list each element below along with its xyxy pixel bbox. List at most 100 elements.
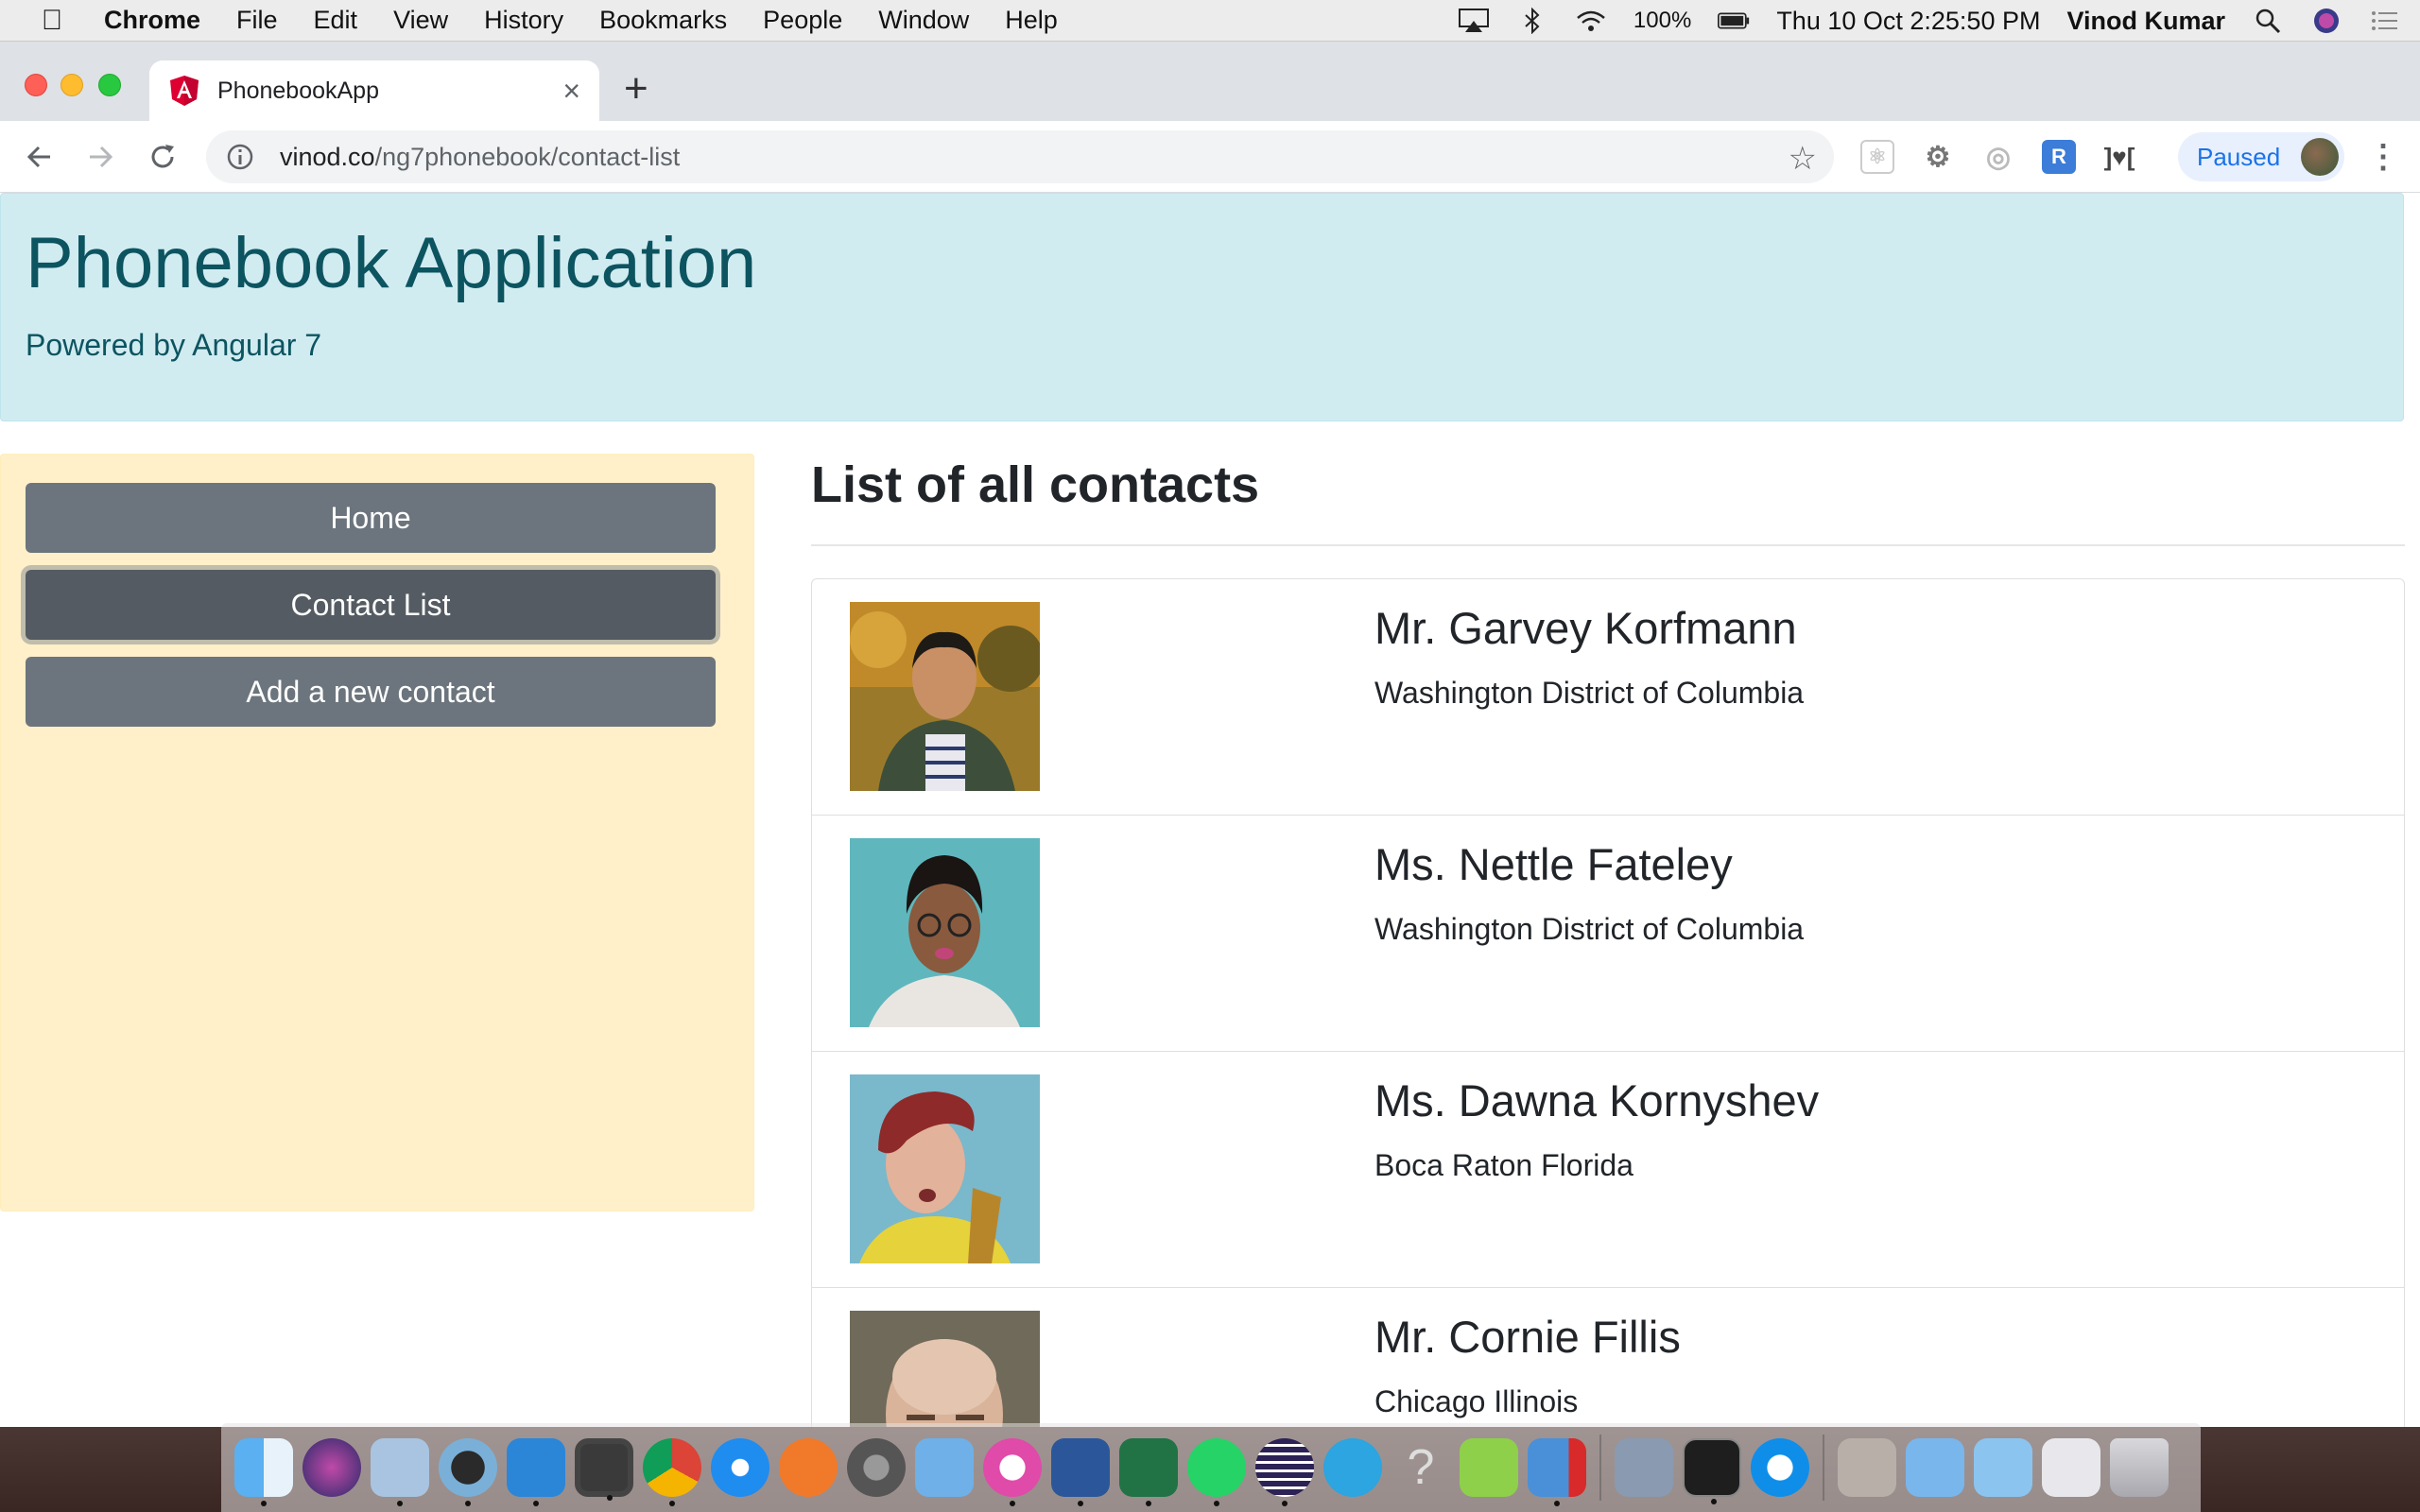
menu-app-chrome[interactable]: Chrome bbox=[104, 6, 200, 35]
contact-photo[interactable] bbox=[850, 1074, 1040, 1263]
profile-avatar bbox=[2301, 138, 2339, 176]
apple-menu-icon[interactable]:  bbox=[0, 5, 104, 37]
spotlight-search-icon[interactable] bbox=[2252, 8, 2284, 34]
help-icon[interactable]: ? bbox=[1392, 1438, 1450, 1497]
telegram-icon[interactable] bbox=[1323, 1438, 1382, 1497]
menubar-datetime[interactable]: Thu 10 Oct 2:25:50 PM bbox=[1776, 7, 2040, 36]
contact-name: Ms. Nettle Fateley bbox=[1374, 839, 1733, 889]
trash-icon[interactable] bbox=[2110, 1438, 2169, 1497]
macos-dock: ? bbox=[221, 1423, 2201, 1512]
menu-history[interactable]: History bbox=[484, 6, 563, 35]
parallels-icon[interactable] bbox=[1528, 1438, 1586, 1506]
excel-icon[interactable] bbox=[1119, 1438, 1178, 1506]
page-viewport: Phonebook Application Powered by Angular… bbox=[0, 193, 2420, 1427]
extension-bracket-icon[interactable]: ]♥[ bbox=[2102, 140, 2136, 174]
teamviewer-icon[interactable] bbox=[1751, 1438, 1809, 1497]
page-subtitle: Powered by Angular 7 bbox=[26, 328, 322, 362]
battery-icon[interactable] bbox=[1718, 8, 1750, 34]
bluetooth-icon[interactable] bbox=[1516, 8, 1548, 34]
preview-icon[interactable] bbox=[371, 1438, 429, 1506]
folder-icon[interactable] bbox=[1838, 1438, 1896, 1497]
wifi-icon[interactable] bbox=[1575, 8, 1607, 34]
profile-button[interactable]: Paused bbox=[2178, 132, 2344, 181]
window-zoom-button[interactable] bbox=[98, 74, 121, 96]
site-info-icon[interactable] bbox=[225, 142, 255, 172]
system-preferences-icon[interactable] bbox=[847, 1438, 906, 1497]
menu-edit[interactable]: Edit bbox=[314, 6, 358, 35]
back-button[interactable] bbox=[17, 134, 62, 180]
url-domain: vinod.co bbox=[280, 142, 375, 171]
reload-button[interactable] bbox=[140, 134, 185, 180]
browser-tab-active[interactable]: PhonebookApp × bbox=[149, 60, 599, 121]
battery-percent: 100% bbox=[1633, 8, 1692, 33]
eclipse-icon[interactable] bbox=[1255, 1438, 1314, 1506]
url-path: /ng7phonebook/contact-list bbox=[374, 142, 681, 171]
menu-people[interactable]: People bbox=[763, 6, 842, 35]
downloads-folder-icon[interactable] bbox=[2042, 1438, 2100, 1497]
contact-row[interactable]: Ms. Dawna Kornyshev Boca Raton Florida bbox=[812, 1052, 2404, 1288]
chrome-icon[interactable] bbox=[643, 1438, 701, 1506]
new-tab-button[interactable]: + bbox=[624, 68, 648, 110]
angular-favicon-icon bbox=[170, 76, 199, 106]
keynote-icon[interactable] bbox=[915, 1438, 974, 1497]
finder-icon[interactable] bbox=[234, 1438, 293, 1506]
contact-photo[interactable] bbox=[850, 602, 1040, 791]
menu-bookmarks[interactable]: Bookmarks bbox=[599, 6, 727, 35]
contact-photo[interactable] bbox=[850, 1311, 1040, 1427]
contact-row[interactable]: Ms. Nettle Fateley Washington District o… bbox=[812, 816, 2404, 1052]
contact-name: Mr. Cornie Fillis bbox=[1374, 1312, 1681, 1362]
browser-toolbar: vinod.co/ng7phonebook/contact-list ☆ ⚛ ⚙… bbox=[0, 121, 2420, 193]
extension-gear-icon[interactable]: ⚙ bbox=[1921, 140, 1955, 174]
menu-file[interactable]: File bbox=[236, 6, 278, 35]
dock-separator bbox=[1599, 1435, 1601, 1501]
contact-city: Washington District of Columbia bbox=[1374, 676, 1805, 710]
sublime-icon[interactable] bbox=[575, 1438, 633, 1501]
extension-r-icon[interactable]: R bbox=[2042, 140, 2076, 174]
quicktime-icon[interactable] bbox=[439, 1438, 497, 1506]
menubar-user[interactable]: Vinod Kumar bbox=[2066, 7, 2225, 36]
notification-center-icon[interactable] bbox=[2369, 8, 2401, 34]
safari-icon[interactable] bbox=[711, 1438, 769, 1497]
contact-city: Boca Raton Florida bbox=[1374, 1148, 1634, 1182]
window-close-button[interactable] bbox=[25, 74, 47, 96]
address-bar[interactable]: vinod.co/ng7phonebook/contact-list ☆ bbox=[206, 130, 1834, 183]
contact-row[interactable]: Mr. Cornie Fillis Chicago Illinois bbox=[812, 1288, 2404, 1427]
contact-name: Ms. Dawna Kornyshev bbox=[1374, 1075, 1820, 1125]
menu-help[interactable]: Help bbox=[1005, 6, 1058, 35]
terminal-icon[interactable] bbox=[1683, 1438, 1741, 1504]
sketch-icon[interactable] bbox=[779, 1438, 838, 1497]
forward-arrow-icon bbox=[90, 146, 113, 168]
menu-view[interactable]: View bbox=[393, 6, 448, 35]
bookmark-star-icon[interactable]: ☆ bbox=[1789, 140, 1817, 178]
contact-photo[interactable] bbox=[850, 838, 1040, 1027]
macos-menu-bar:  Chrome File Edit View History Bookmark… bbox=[0, 0, 2420, 42]
browser-tab-strip: PhonebookApp × + bbox=[0, 42, 2420, 121]
itunes-icon[interactable] bbox=[983, 1438, 1042, 1506]
camtasia-icon[interactable] bbox=[1460, 1438, 1518, 1497]
nav-add-contact-button[interactable]: Add a new contact bbox=[26, 657, 716, 727]
extension-react-icon[interactable]: ⚛ bbox=[1860, 140, 1894, 174]
siri-icon[interactable] bbox=[302, 1438, 361, 1497]
whatsapp-icon[interactable] bbox=[1187, 1438, 1246, 1506]
menu-window[interactable]: Window bbox=[878, 6, 969, 35]
forward-button[interactable] bbox=[78, 134, 123, 180]
siri-icon[interactable] bbox=[2310, 8, 2342, 34]
reload-icon bbox=[151, 145, 174, 168]
word-icon[interactable] bbox=[1051, 1438, 1110, 1506]
documents-folder-icon[interactable] bbox=[1974, 1438, 2032, 1497]
contact-list-heading: List of all contacts bbox=[811, 456, 1260, 513]
tab-close-icon[interactable]: × bbox=[562, 76, 580, 106]
window-minimize-button[interactable] bbox=[60, 74, 83, 96]
contact-row[interactable]: Mr. Garvey Korfmann Washington District … bbox=[812, 579, 2404, 816]
extension-target-icon[interactable]: ◎ bbox=[1981, 140, 2015, 174]
vscode-icon[interactable] bbox=[507, 1438, 565, 1506]
nav-contact-list-button[interactable]: Contact List bbox=[26, 570, 716, 640]
page-title: Phonebook Application bbox=[26, 223, 757, 303]
chrome-menu-icon[interactable]: ⋮ bbox=[2367, 138, 2399, 176]
contact-name: Mr. Garvey Korfmann bbox=[1374, 603, 1797, 653]
photos-icon[interactable] bbox=[1615, 1438, 1673, 1497]
tab-title: PhonebookApp bbox=[217, 77, 379, 104]
airplay-icon[interactable] bbox=[1458, 8, 1490, 34]
applications-folder-icon[interactable] bbox=[1906, 1438, 1964, 1497]
nav-home-button[interactable]: Home bbox=[26, 483, 716, 553]
